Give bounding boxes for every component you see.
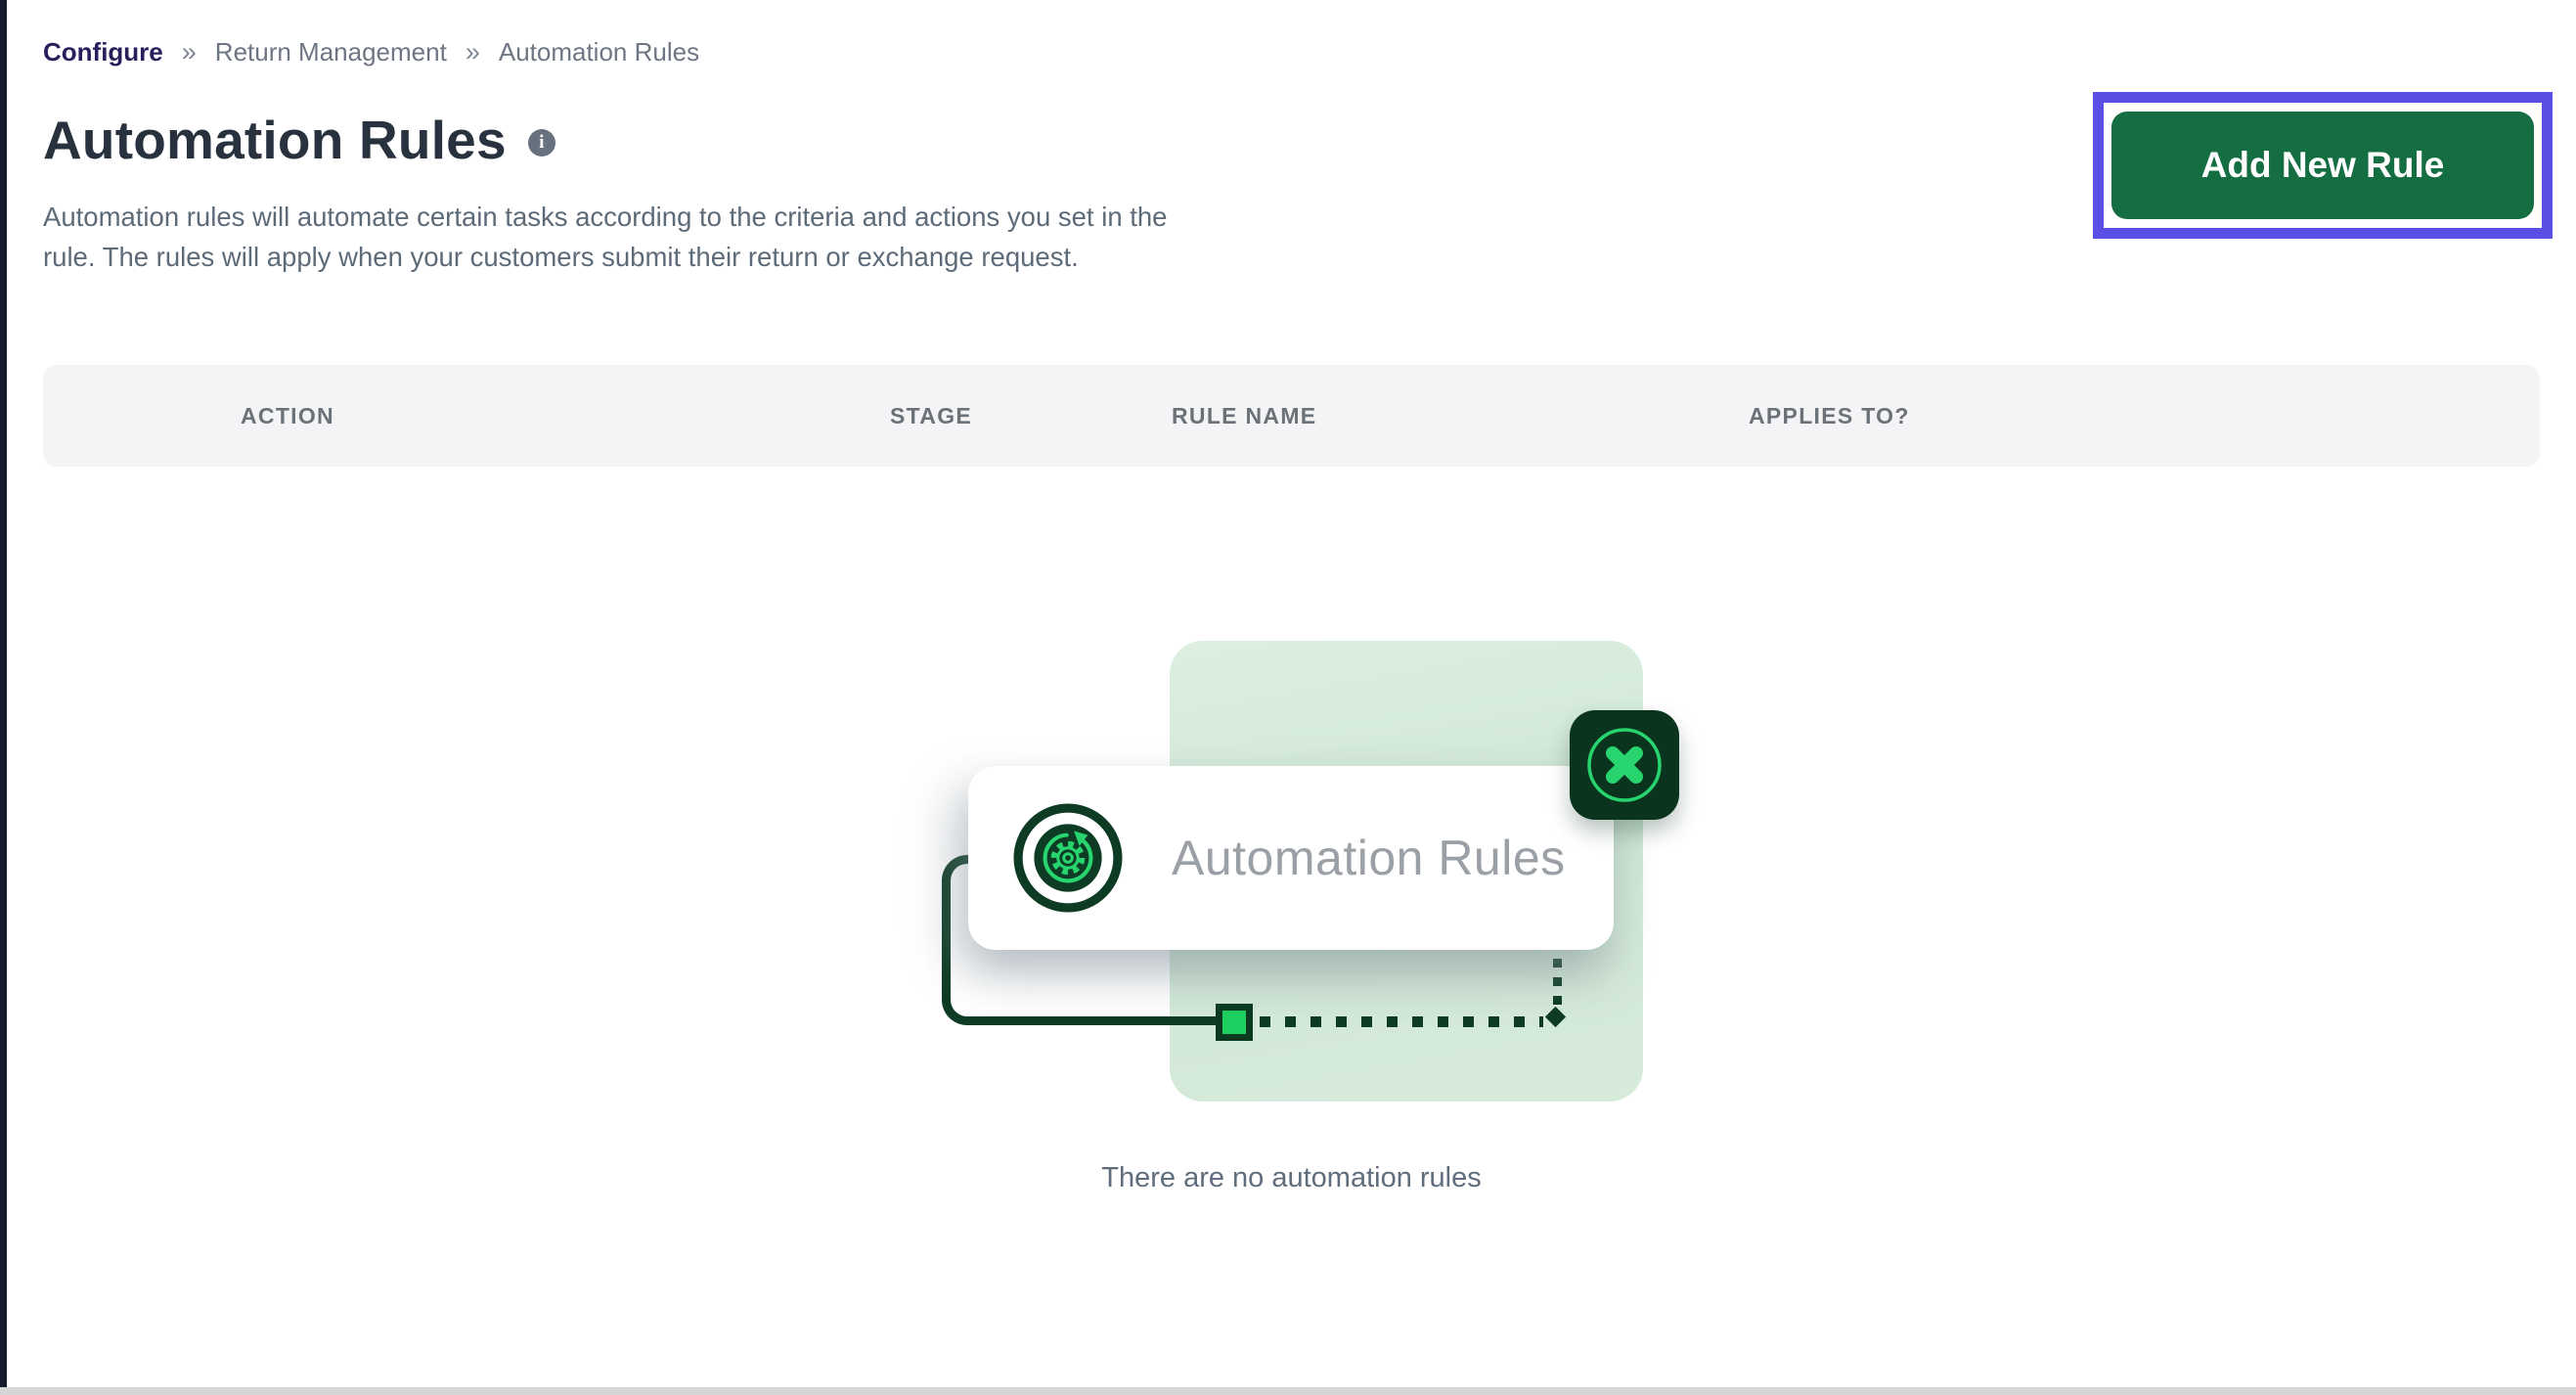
dotted-line-vertical [1553, 959, 1562, 1006]
column-header-action: ACTION [241, 365, 334, 467]
breadcrumb: Configure » Return Management » Automati… [43, 37, 699, 68]
add-new-rule-button[interactable]: Add New Rule [2111, 112, 2534, 219]
gear-refresh-icon [1013, 803, 1123, 913]
breadcrumb-configure[interactable]: Configure [43, 37, 163, 68]
page-description-line: Automation rules will automate certain t… [43, 197, 1167, 237]
breadcrumb-return-management[interactable]: Return Management [215, 37, 447, 68]
page-description-line: rule. The rules will apply when your cus… [43, 237, 1167, 277]
close-rule-button[interactable] [1570, 710, 1679, 820]
column-header-stage: STAGE [890, 365, 972, 467]
card-label: Automation Rules [1172, 830, 1566, 886]
horizontal-scrollbar-track[interactable] [0, 1387, 2576, 1395]
circle-x-icon [1580, 721, 1668, 809]
page-description: Automation rules will automate certain t… [43, 197, 1167, 277]
annotation-highlight-box: Add New Rule [2093, 92, 2553, 239]
info-icon[interactable]: i [528, 129, 555, 157]
column-header-rule-name: RULE NAME [1172, 365, 1316, 467]
chevron-double-right-icon: » [466, 39, 480, 66]
breadcrumb-automation-rules: Automation Rules [499, 37, 699, 68]
rules-table-header: ACTION STAGE RULE NAME APPLIES TO? [43, 365, 2540, 467]
connector-node [1216, 1004, 1253, 1041]
page-title: Automation Rules [43, 109, 507, 171]
automation-rules-card: Automation Rules [968, 766, 1614, 950]
empty-state-message: There are no automation rules [43, 1162, 2540, 1194]
column-header-applies-to: APPLIES TO? [1749, 365, 1910, 467]
sidebar-edge-strip [0, 0, 7, 1395]
page-header: Automation Rules i [43, 109, 555, 171]
dotted-line-horizontal [1260, 1016, 1543, 1027]
chevron-double-right-icon: » [182, 39, 197, 66]
